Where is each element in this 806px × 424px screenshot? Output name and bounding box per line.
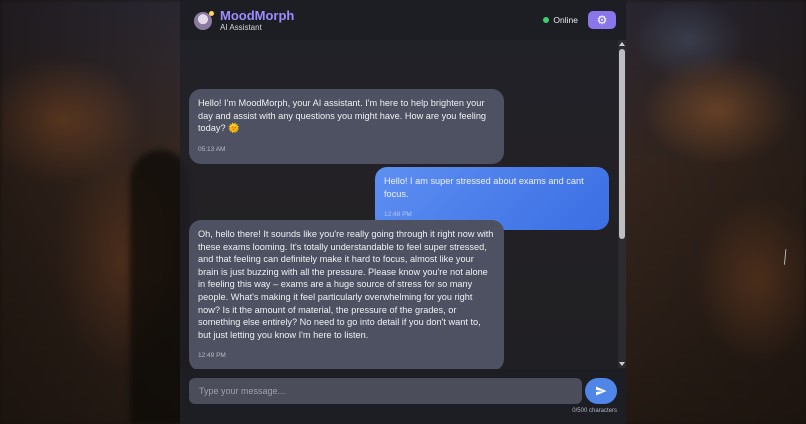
chat-panel: MoodMorph AI Assistant Online ⚙ Hello! I… [180,0,626,424]
title-group: MoodMorph AI Assistant [220,8,294,33]
message-text: Hello! I am super stressed about exams a… [384,176,584,199]
scroll-down-icon[interactable] [619,362,625,366]
app-subtitle: AI Assistant [220,22,262,32]
chat-header: MoodMorph AI Assistant Online ⚙ [180,0,626,40]
gear-icon: ⚙ [596,13,608,27]
bot-message: Hello! I'm MoodMorph, your AI assistant.… [189,89,504,165]
paper-plane-icon [596,386,607,396]
status-dot-icon [543,17,550,23]
status-label: Online [553,15,578,25]
settings-button[interactable]: ⚙ [588,11,616,29]
app-title: MoodMorph [220,7,295,23]
message-input[interactable] [189,378,583,404]
message-scrollbar[interactable] [618,40,626,368]
scroll-thumb[interactable] [619,49,625,239]
input-row [189,378,617,404]
scroll-up-icon[interactable] [619,42,625,46]
background-right-window [626,0,806,424]
assistant-avatar [194,10,214,30]
message-time: 12:49 PM [198,352,226,360]
send-button[interactable] [585,378,617,404]
input-area: 0/500 characters [180,369,626,424]
message-list[interactable]: Hello! I'm MoodMorph, your AI assistant.… [180,40,626,369]
message-time: 05:13 AM [198,145,226,153]
bot-message: Oh, hello there! It sounds like you're r… [189,220,504,369]
message-text: Oh, hello there! It sounds like you're r… [198,229,494,340]
character-count: 0/500 characters [572,408,617,414]
online-status: Online [543,15,578,25]
message-text: Hello! I'm MoodMorph, your AI assistant.… [198,98,487,134]
